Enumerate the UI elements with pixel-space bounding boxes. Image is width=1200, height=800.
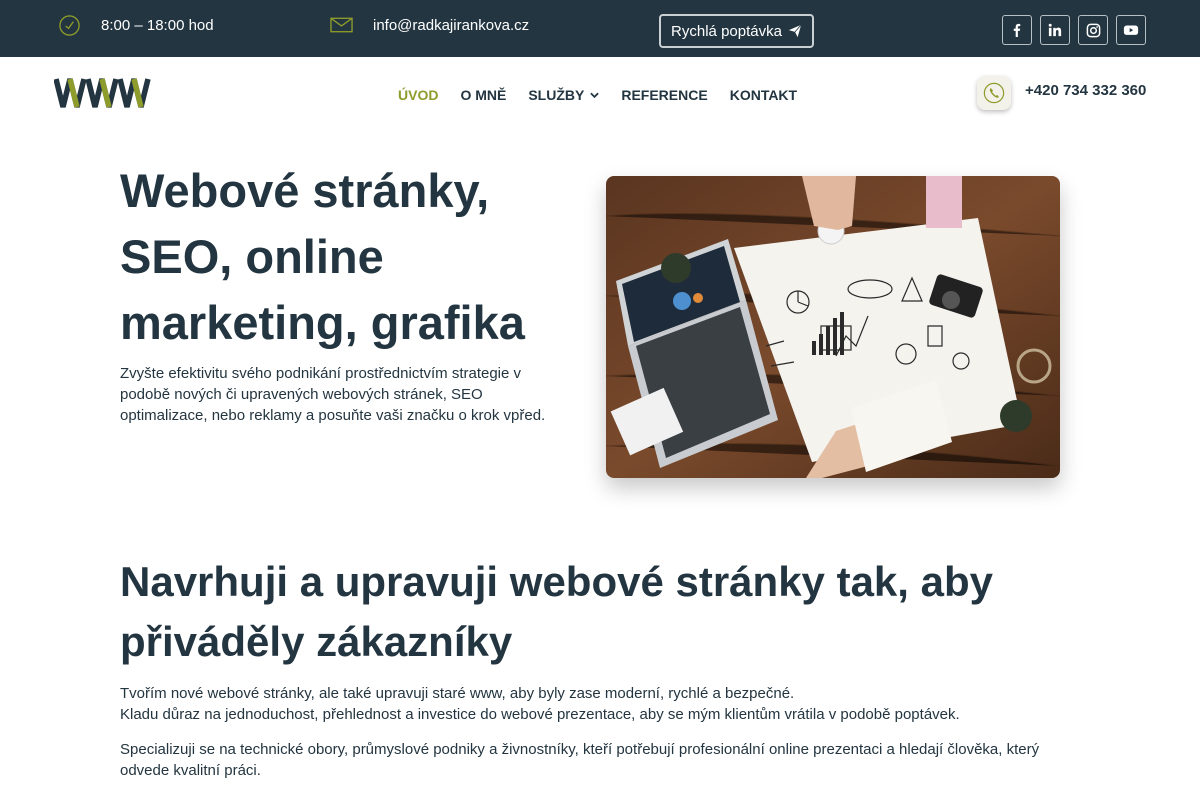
paragraph-1-line-2: Kladu důraz na jednoduchost, přehlednost… bbox=[120, 706, 960, 723]
hours-text: 8:00 – 18:00 hod bbox=[101, 16, 214, 34]
section-paragraph-2: Specializuji se na technické obory, prům… bbox=[120, 741, 1040, 779]
hero-subtitle: Zvyšte efektivitu svého podnikání prostř… bbox=[120, 365, 546, 424]
mail-icon bbox=[330, 17, 353, 33]
youtube-icon bbox=[1123, 25, 1139, 35]
facebook-button[interactable] bbox=[1002, 15, 1032, 45]
nav-item-o-mne[interactable]: O MNĚ bbox=[460, 87, 506, 103]
hero-title: Webové stránky, SEO, online marketing, g… bbox=[120, 164, 525, 349]
quick-request-button[interactable]: Rychlá poptávka bbox=[659, 14, 814, 48]
chevron-down-icon bbox=[590, 92, 600, 98]
clock-icon bbox=[59, 14, 80, 36]
quick-request-label: Rychlá poptávka bbox=[671, 22, 782, 40]
nav-item-reference[interactable]: REFERENCE bbox=[621, 87, 707, 103]
section-paragraph-1: Tvořím nové webové stránky, ale také upr… bbox=[120, 683, 1080, 725]
nav-item-kontakt[interactable]: KONTAKT bbox=[730, 87, 797, 103]
top-bar: 8:00 – 18:00 hod info@radkajirankova.cz … bbox=[0, 0, 1200, 57]
nav-item-sluzby-label: SLUŽBY bbox=[528, 87, 585, 103]
email-link[interactable]: info@radkajirankova.cz bbox=[330, 0, 529, 50]
linkedin-button[interactable] bbox=[1040, 15, 1070, 45]
hero-image bbox=[606, 176, 1060, 478]
social-links bbox=[1002, 15, 1146, 45]
facebook-icon bbox=[1013, 23, 1021, 37]
phone-button[interactable] bbox=[977, 76, 1011, 110]
instagram-button[interactable] bbox=[1078, 15, 1108, 45]
site-logo[interactable] bbox=[53, 78, 152, 113]
logo-mark bbox=[53, 78, 151, 108]
phone-icon bbox=[983, 82, 1005, 104]
opening-hours: 8:00 – 18:00 hod bbox=[58, 0, 214, 50]
paragraph-1-line-1: Tvořím nové webové stránky, ale také upr… bbox=[120, 685, 795, 702]
nav-item-uvod[interactable]: ÚVOD bbox=[398, 87, 438, 103]
email-text: info@radkajirankova.cz bbox=[373, 16, 530, 34]
desk-illustration bbox=[606, 176, 1060, 478]
linkedin-icon bbox=[1048, 23, 1062, 37]
nav-item-sluzby[interactable]: SLUŽBY bbox=[528, 87, 600, 103]
main-navigation: ÚVOD O MNĚ SLUŽBY REFERENCE KONTAKT bbox=[398, 87, 797, 103]
youtube-button[interactable] bbox=[1116, 15, 1146, 45]
send-icon bbox=[788, 24, 802, 38]
section-title: Navrhuji a upravuji webové stránky tak, … bbox=[120, 558, 993, 665]
phone-number[interactable]: +420 734 332 360 bbox=[1025, 82, 1146, 99]
instagram-icon bbox=[1086, 23, 1100, 37]
